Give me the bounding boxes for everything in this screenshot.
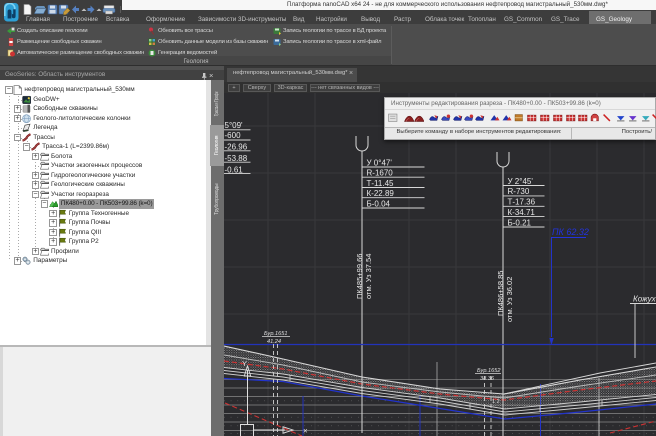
svg-text:ПК486+58.85: ПК486+58.85	[496, 271, 505, 316]
svg-text:R-730: R-730	[508, 187, 530, 196]
svg-text:×: ×	[303, 427, 308, 436]
svg-text:Б-0.04: Б-0.04	[367, 199, 391, 208]
svg-text:Кожух: Кожух	[633, 295, 656, 304]
svg-text:-600: -600	[225, 131, 242, 140]
svg-text:ПК485+99.66: ПК485+99.66	[355, 254, 364, 299]
svg-text:К-34.71: К-34.71	[508, 208, 536, 217]
svg-text:38.36: 38.36	[480, 376, 495, 382]
svg-text:41.24: 41.24	[267, 339, 281, 345]
svg-text:У 0°47': У 0°47'	[367, 158, 393, 167]
svg-text:-26.96: -26.96	[225, 143, 248, 152]
svg-text:-0.61: -0.61	[225, 166, 244, 175]
svg-text:5°09': 5°09'	[225, 121, 244, 130]
svg-text:-53.88: -53.88	[225, 154, 248, 163]
svg-text:1 2: 1 2	[492, 399, 500, 405]
svg-text:ПК 62.32: ПК 62.32	[552, 227, 589, 237]
svg-text:У 2°45': У 2°45'	[508, 177, 534, 186]
svg-text:Т-17.36: Т-17.36	[508, 198, 536, 207]
svg-text:К-22.89: К-22.89	[367, 189, 395, 198]
svg-text:R-1670: R-1670	[367, 169, 394, 178]
svg-text:Т-11.45: Т-11.45	[367, 179, 395, 188]
svg-text:Б-0.21: Б-0.21	[508, 218, 532, 227]
svg-text:отм. Уз 36.02: отм. Уз 36.02	[505, 277, 514, 322]
svg-text:Y: Y	[242, 359, 247, 368]
svg-text:отм. Уз 37.54: отм. Уз 37.54	[364, 254, 373, 299]
